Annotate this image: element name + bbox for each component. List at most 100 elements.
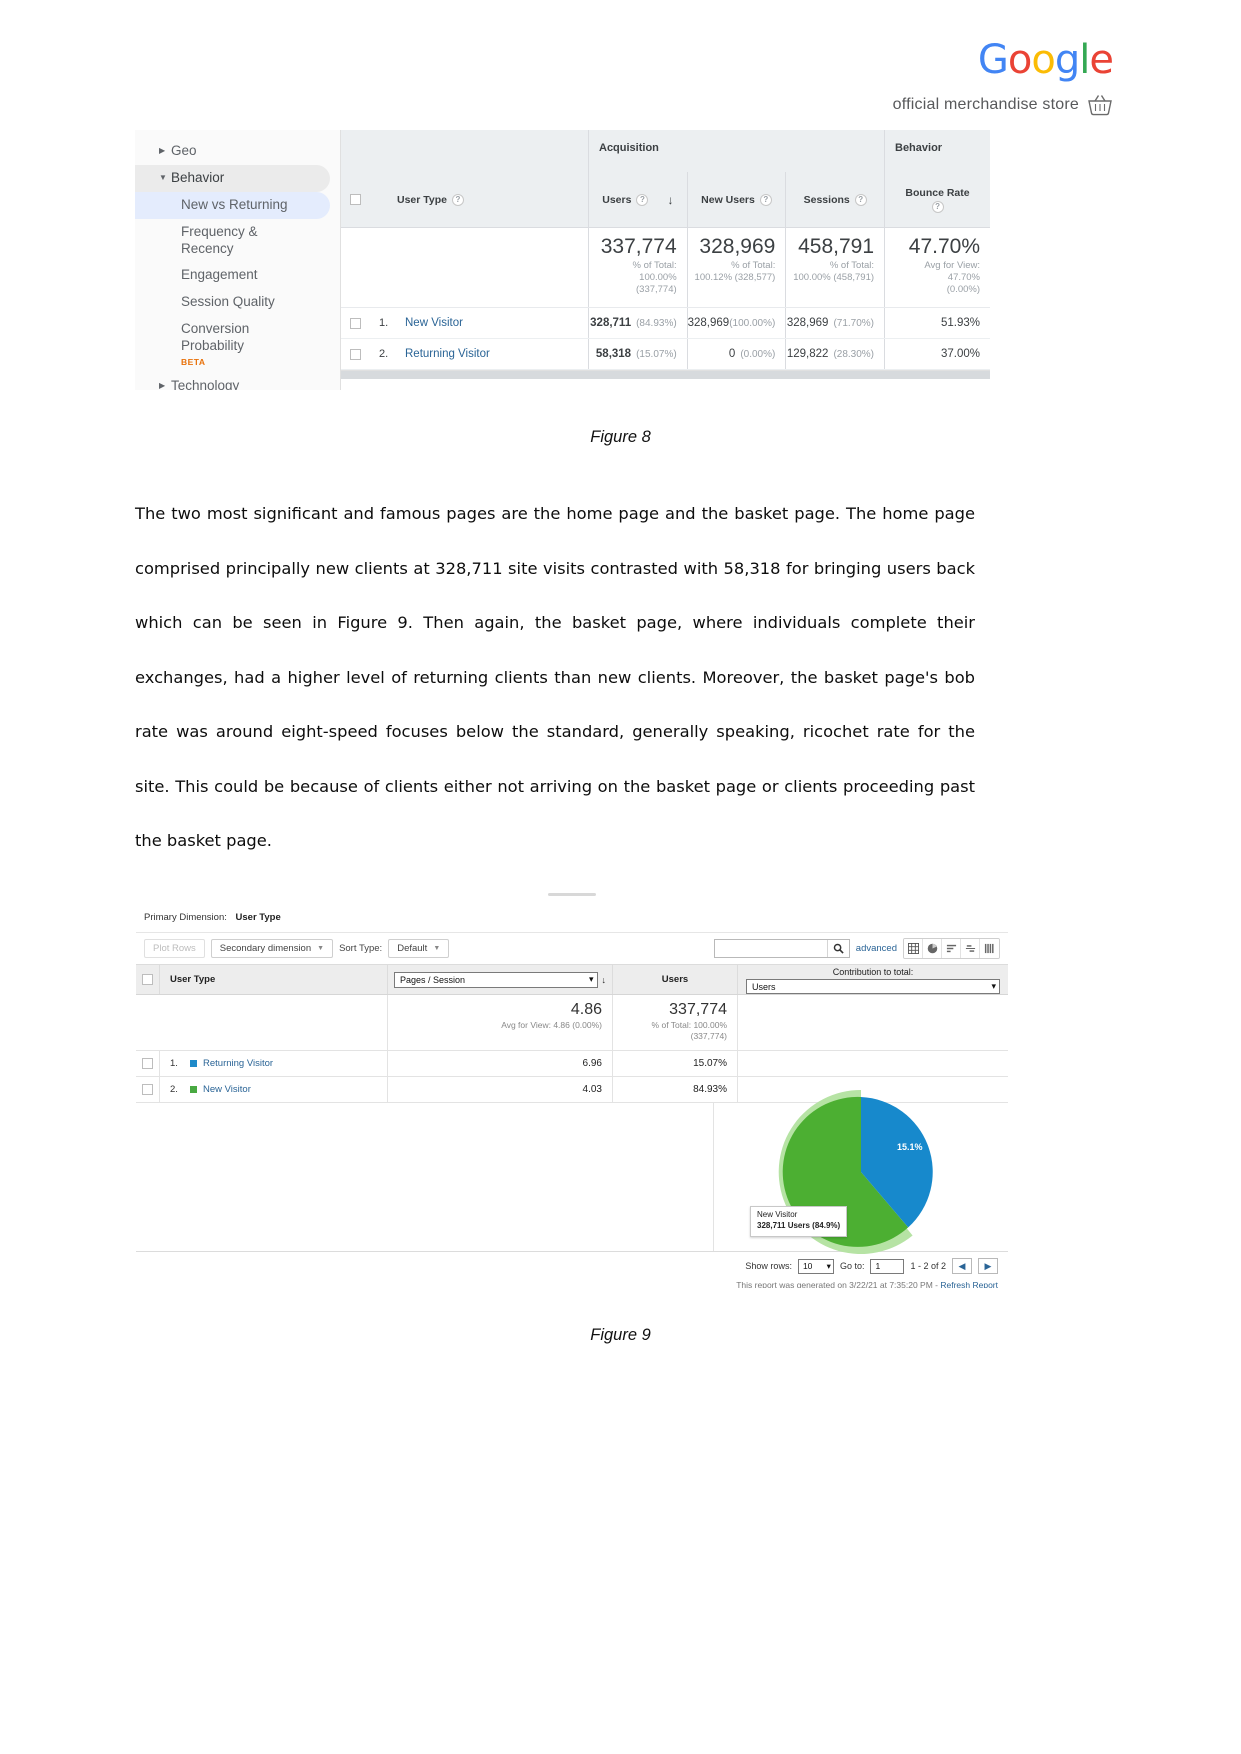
- pie-view-icon[interactable]: [923, 939, 942, 958]
- help-icon[interactable]: ?: [636, 193, 649, 206]
- sidebar-item-label-new-vs-returning: New vs Returning: [181, 196, 288, 212]
- advanced-link[interactable]: advanced: [856, 943, 897, 954]
- chevron-down-icon: ▾: [826, 1260, 831, 1271]
- row-dimension-link[interactable]: Returning Visitor: [203, 1058, 273, 1069]
- sort-type-label: Sort Type:: [339, 943, 383, 954]
- column-header-user-type[interactable]: User Type: [160, 965, 388, 994]
- table-row[interactable]: 2. Returning Visitor 58,318 (15.07%) 0 (…: [341, 339, 990, 370]
- help-icon[interactable]: ?: [854, 193, 867, 206]
- search-icon: [833, 943, 844, 954]
- row-checkbox-cell[interactable]: [341, 339, 369, 369]
- help-icon[interactable]: ?: [931, 200, 944, 213]
- chevron-down-icon: ▼: [317, 945, 325, 952]
- sidebar-item-conversion-probability[interactable]: Conversion Probability: [135, 316, 340, 360]
- row-bounce-rate-cell: 37.00%: [885, 339, 990, 369]
- row-checkbox[interactable]: [349, 317, 361, 329]
- sidebar-item-frequency-recency[interactable]: Frequency & Recency: [135, 219, 340, 263]
- header-checkbox-spacer: [341, 130, 369, 172]
- sidebar-item-technology[interactable]: ▶ Technology: [135, 373, 340, 390]
- select-all-checkbox-cell[interactable]: [136, 965, 160, 994]
- row-dimension-link[interactable]: New Visitor: [203, 1084, 251, 1095]
- table-row[interactable]: 1. New Visitor 328,711 (84.93%) 328,969 …: [341, 308, 990, 339]
- column-header-users[interactable]: Users: [613, 965, 738, 994]
- performance-view-icon[interactable]: [942, 939, 961, 958]
- column-header-sessions[interactable]: Sessions ?: [786, 172, 886, 227]
- figure-9-table-row[interactable]: 1. Returning Visitor 6.96 15.07%: [136, 1051, 1008, 1077]
- summary-users-note1: % of Total: 100.00%: [651, 1019, 727, 1030]
- contribution-select[interactable]: Users ▾: [746, 979, 1000, 994]
- table-summary-row: 337,774 % of Total: 100.00% (337,774) 32…: [341, 228, 990, 308]
- column-header-new-users-label: New Users: [701, 193, 755, 206]
- panel-drag-handle-bar[interactable]: [136, 888, 1008, 906]
- secondary-dimension-button[interactable]: Secondary dimension ▼: [210, 938, 334, 959]
- column-header-users[interactable]: Users ? ↓: [589, 172, 688, 227]
- search-box[interactable]: [713, 939, 850, 958]
- row-checkbox[interactable]: [142, 1058, 153, 1069]
- sort-type-button[interactable]: Default ▼: [388, 938, 450, 959]
- result-range: 1 - 2 of 2: [910, 1261, 946, 1271]
- metric-select-cell[interactable]: Pages / Session ▾ ↓: [388, 965, 613, 994]
- select-all-checkbox-cell[interactable]: [341, 172, 369, 227]
- row-dimension-link[interactable]: Returning Visitor: [405, 348, 490, 360]
- column-header-new-users[interactable]: New Users ?: [688, 172, 787, 227]
- help-icon[interactable]: ?: [759, 193, 772, 206]
- dimension-group-spacer: [369, 130, 589, 172]
- row-bounce-rate-cell: 51.93%: [885, 308, 990, 338]
- table-column-header-row: User Type ? Users ? ↓ New Users ? Sessio…: [341, 172, 990, 228]
- select-all-checkbox[interactable]: [349, 194, 361, 205]
- prev-page-button[interactable]: ◀: [952, 1258, 972, 1274]
- primary-dimension-value[interactable]: User Type: [236, 912, 281, 923]
- row-new-users-value: 0: [728, 348, 736, 360]
- chevron-down-icon: ▾: [588, 974, 594, 984]
- row-checkbox-cell[interactable]: [136, 1051, 160, 1076]
- row-pages-session: 6.96: [388, 1051, 613, 1076]
- select-all-checkbox[interactable]: [142, 974, 153, 985]
- row-checkbox-cell[interactable]: [341, 308, 369, 338]
- sidebar-item-new-vs-returning[interactable]: New vs Returning: [135, 191, 330, 219]
- row-checkbox[interactable]: [142, 1084, 153, 1095]
- contribution-select-value: Users: [752, 981, 776, 992]
- table-view-icon[interactable]: [904, 939, 923, 958]
- column-header-bounce-rate[interactable]: Bounce Rate ?: [885, 172, 990, 227]
- comparison-view-icon[interactable]: [961, 939, 980, 958]
- sort-desc-icon[interactable]: ↓: [602, 975, 607, 985]
- column-header-user-type[interactable]: User Type ?: [369, 172, 589, 227]
- next-page-button[interactable]: ▶: [978, 1258, 998, 1274]
- summary-users-note2: (337,774): [636, 283, 677, 295]
- row-checkbox-cell[interactable]: [136, 1077, 160, 1102]
- sort-desc-icon[interactable]: ↓: [667, 193, 673, 207]
- group-header-behavior-label: Behavior: [895, 142, 943, 154]
- brand-header: Google official merchandise store: [793, 37, 1114, 116]
- sidebar-item-engagement[interactable]: Engagement: [135, 262, 340, 289]
- sidebar-item-behavior[interactable]: ▼ Behavior: [135, 164, 330, 192]
- drag-handle-icon[interactable]: [548, 893, 596, 896]
- show-rows-value: 10: [802, 1261, 813, 1271]
- logo-letter-l: l: [1079, 37, 1090, 83]
- row-users-value: 328,711: [590, 317, 632, 329]
- body-paragraph: The two most significant and famous page…: [135, 504, 975, 850]
- sidebar-item-session-quality[interactable]: Session Quality: [135, 289, 340, 316]
- sidebar-item-label-technology: Technology: [171, 377, 240, 390]
- sidebar-item-label-behavior: Behavior: [171, 169, 225, 185]
- pivot-view-icon[interactable]: [980, 939, 999, 958]
- scrollbar-thumb[interactable]: [341, 371, 990, 379]
- go-to-label: Go to:: [839, 1261, 865, 1271]
- sidebar-item-label-session-quality: Session Quality: [181, 294, 275, 310]
- plot-rows-button[interactable]: Plot Rows: [144, 938, 205, 959]
- figure-9-header-row: User Type Pages / Session ▾ ↓ Users Cont…: [136, 965, 1008, 995]
- help-icon[interactable]: ?: [452, 193, 464, 206]
- row-checkbox[interactable]: [349, 348, 361, 360]
- pie-tooltip: New Visitor 328,711 Users (84.9%): [750, 1206, 848, 1237]
- row-dimension-link[interactable]: New Visitor: [405, 317, 463, 329]
- show-rows-select[interactable]: 10 ▾: [797, 1258, 834, 1274]
- horizontal-scrollbar[interactable]: [341, 370, 990, 379]
- go-to-input[interactable]: 1: [870, 1258, 905, 1274]
- summary-sessions-value: 458,791: [798, 235, 875, 258]
- summary-new-users: 328,969 % of Total: 100.12% (328,577): [688, 228, 787, 307]
- refresh-report-link[interactable]: Refresh Report: [940, 1280, 998, 1288]
- search-button[interactable]: [826, 940, 849, 957]
- pie-slice-label: 15.1%: [897, 1142, 923, 1152]
- sidebar-item-geo[interactable]: ▶ Geo: [135, 138, 340, 165]
- search-input[interactable]: [714, 940, 827, 957]
- metric-select[interactable]: Pages / Session ▾: [394, 971, 598, 988]
